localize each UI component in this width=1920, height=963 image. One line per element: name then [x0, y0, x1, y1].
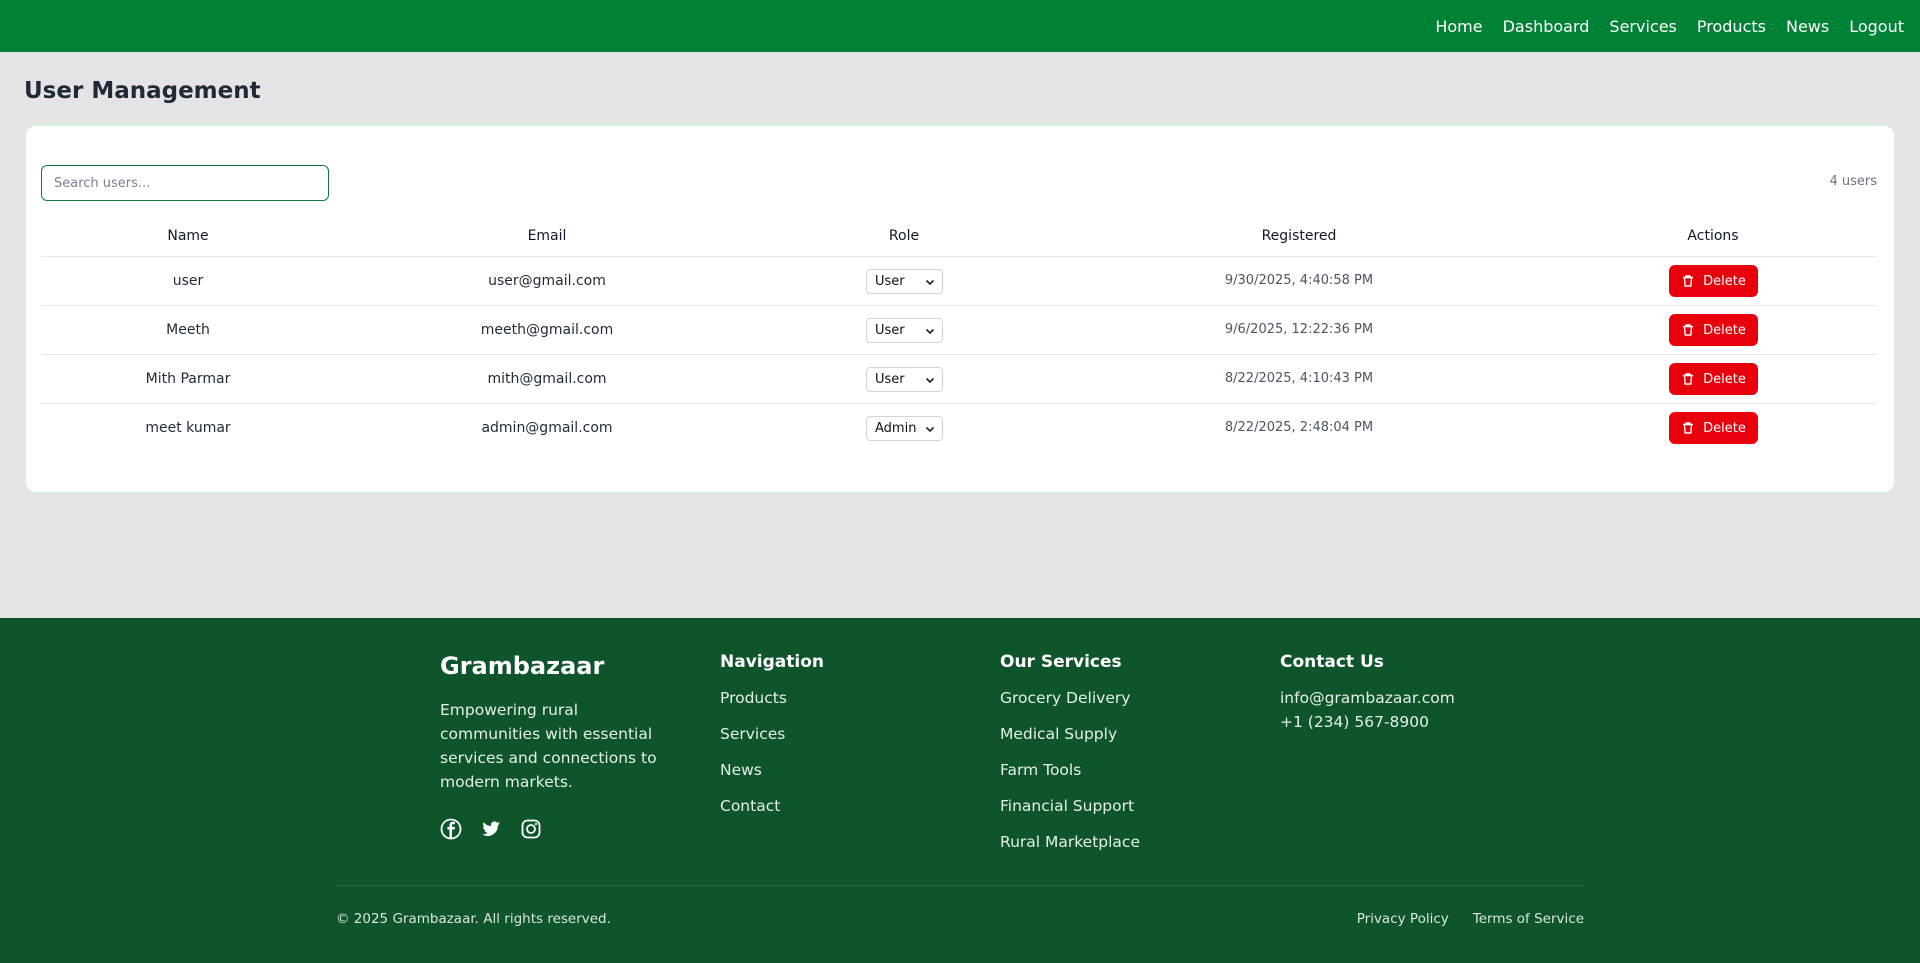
search-input[interactable]	[54, 175, 314, 191]
user-registered: 8/22/2025, 4:10:43 PM	[1224, 371, 1374, 386]
table-row: meet kumar admin@gmail.com Admin 8/22/20…	[41, 404, 1877, 453]
terms-of-service-link[interactable]: Terms of Service	[1473, 911, 1584, 927]
chevron-down-icon	[925, 279, 935, 286]
footer-navigation-title: Navigation	[720, 652, 824, 672]
role-select[interactable]: User	[866, 318, 943, 343]
user-name: meet kumar	[145, 420, 231, 436]
column-header-role: Role	[888, 228, 920, 244]
column-header-actions: Actions	[1687, 228, 1739, 244]
role-select[interactable]: Admin	[866, 416, 943, 441]
user-email: meeth@gmail.com	[480, 322, 614, 338]
delete-button-label: Delete	[1703, 371, 1746, 387]
trash-icon	[1683, 275, 1694, 287]
user-registered: 9/30/2025, 4:40:58 PM	[1224, 273, 1374, 288]
footer-link-news[interactable]: News	[720, 758, 787, 794]
table-row: Meeth meeth@gmail.com User 9/6/2025, 12:…	[41, 306, 1877, 355]
footer-brand: Grambazaar	[440, 652, 605, 680]
nav-logout-link[interactable]: Logout	[1849, 17, 1904, 36]
social-links	[440, 818, 542, 840]
footer-link-rural-marketplace[interactable]: Rural Marketplace	[1000, 830, 1140, 866]
footer-navigation-links: Products Services News Contact	[720, 686, 787, 830]
user-registered: 8/22/2025, 2:48:04 PM	[1224, 420, 1374, 435]
user-email: mith@gmail.com	[487, 371, 607, 387]
delete-button-label: Delete	[1703, 322, 1746, 338]
footer-link-farm-tools[interactable]: Farm Tools	[1000, 758, 1140, 794]
top-navbar: Home Dashboard Services Products News Lo…	[0, 0, 1920, 52]
user-email: admin@gmail.com	[481, 420, 613, 436]
footer-link-contact[interactable]: Contact	[720, 794, 787, 830]
top-nav-links: Home Dashboard Services Products News Lo…	[1435, 0, 1904, 52]
delete-button[interactable]: Delete	[1669, 412, 1758, 444]
footer-contact-title: Contact Us	[1280, 652, 1384, 672]
nav-products-link[interactable]: Products	[1697, 17, 1766, 36]
user-count-label: 4 users	[1829, 174, 1877, 189]
user-email: user@gmail.com	[488, 273, 606, 289]
chevron-down-icon	[925, 426, 935, 433]
column-header-email: Email	[527, 228, 567, 244]
nav-services-link[interactable]: Services	[1609, 17, 1676, 36]
delete-button-label: Delete	[1703, 420, 1746, 436]
footer-link-financial-support[interactable]: Financial Support	[1000, 794, 1140, 830]
search-box[interactable]	[41, 165, 329, 201]
table-header: Name Email Role Registered Actions	[41, 222, 1877, 257]
facebook-icon[interactable]	[440, 818, 462, 840]
footer-contact-info: info@grambazaar.com +1 (234) 567-8900	[1280, 686, 1455, 734]
delete-button-label: Delete	[1703, 273, 1746, 289]
role-select-value: User	[875, 323, 905, 338]
column-header-name: Name	[167, 228, 209, 244]
trash-icon	[1683, 422, 1694, 434]
site-footer	[0, 618, 1920, 963]
user-registered: 9/6/2025, 12:22:36 PM	[1224, 322, 1374, 337]
nav-dashboard-link[interactable]: Dashboard	[1503, 17, 1590, 36]
footer-services-title: Our Services	[1000, 652, 1122, 672]
column-header-registered: Registered	[1261, 228, 1337, 244]
footer-legal-links: Privacy Policy Terms of Service	[1357, 911, 1584, 927]
instagram-icon[interactable]	[520, 818, 542, 840]
twitter-icon[interactable]	[480, 818, 502, 840]
role-select[interactable]: User	[866, 367, 943, 392]
trash-icon	[1683, 324, 1694, 336]
role-select-value: User	[875, 274, 905, 289]
nav-home-link[interactable]: Home	[1435, 17, 1482, 36]
footer-divider	[336, 885, 1584, 886]
footer-copyright: © 2025 Grambazaar. All rights reserved.	[336, 911, 611, 927]
footer-contact-email: info@grambazaar.com	[1280, 689, 1455, 707]
delete-button[interactable]: Delete	[1669, 314, 1758, 346]
user-name: Meeth	[166, 322, 210, 338]
role-select-value: User	[875, 372, 905, 387]
footer-link-services[interactable]: Services	[720, 722, 787, 758]
footer-link-medical-supply[interactable]: Medical Supply	[1000, 722, 1140, 758]
privacy-policy-link[interactable]: Privacy Policy	[1357, 911, 1449, 927]
delete-button[interactable]: Delete	[1669, 265, 1758, 297]
role-select-value: Admin	[875, 421, 917, 436]
user-name: user	[172, 273, 204, 289]
chevron-down-icon	[925, 328, 935, 335]
chevron-down-icon	[925, 377, 935, 384]
footer-tagline: Empowering rural communities with essent…	[440, 701, 657, 791]
footer-link-grocery-delivery[interactable]: Grocery Delivery	[1000, 686, 1140, 722]
footer-contact-phone: +1 (234) 567-8900	[1280, 713, 1430, 731]
user-name: Mith Parmar	[145, 371, 231, 387]
trash-icon	[1683, 373, 1694, 385]
footer-services-links: Grocery Delivery Medical Supply Farm Too…	[1000, 686, 1140, 866]
footer-link-products[interactable]: Products	[720, 686, 787, 722]
table-row: Mith Parmar mith@gmail.com User 8/22/202…	[41, 355, 1877, 404]
role-select[interactable]: User	[866, 269, 943, 294]
table-row: user user@gmail.com User 9/30/2025, 4:40…	[41, 257, 1877, 306]
delete-button[interactable]: Delete	[1669, 363, 1758, 395]
page-title: User Management	[24, 78, 261, 104]
nav-news-link[interactable]: News	[1786, 17, 1829, 36]
